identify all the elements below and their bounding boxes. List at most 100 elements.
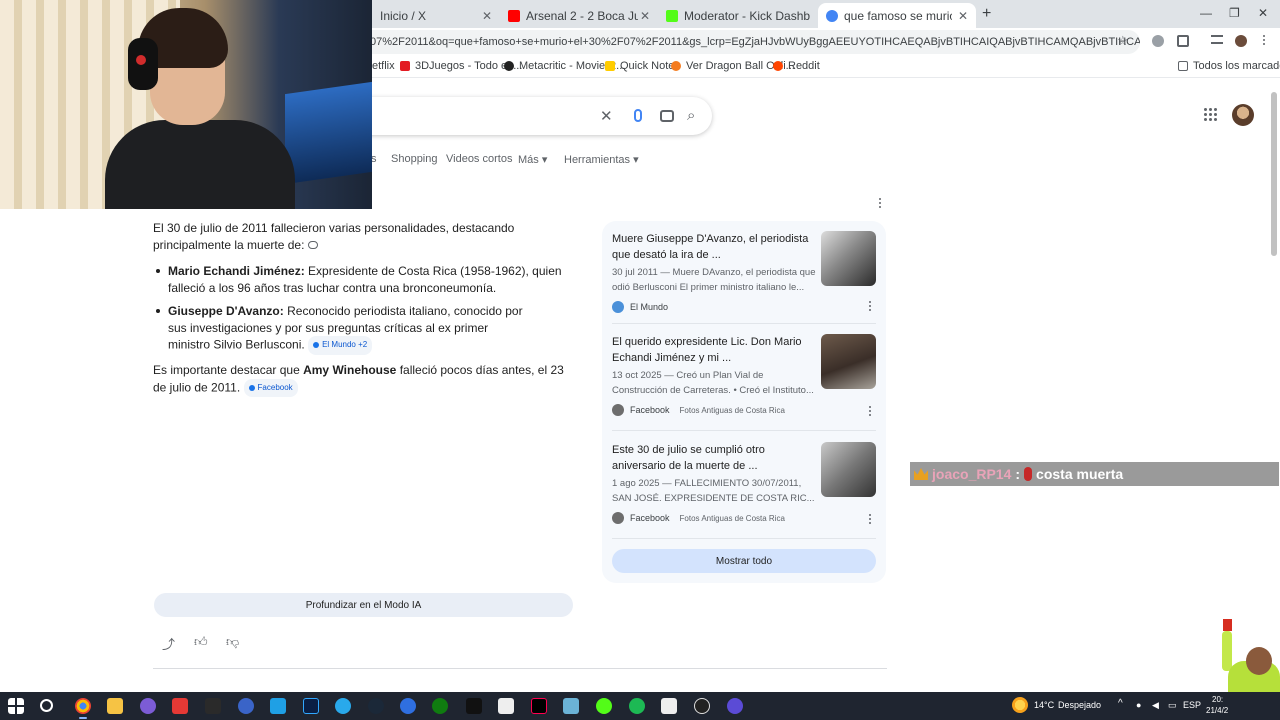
camera-lens-icon[interactable] [660, 110, 674, 122]
chat-username: joaco_RP14 [932, 466, 1012, 482]
tab-herramientas[interactable]: Herramientas ▾ [564, 153, 639, 166]
thumbs-down-icon[interactable]: 👎︎ [226, 634, 239, 650]
profile-icon[interactable] [1235, 35, 1247, 47]
close-icon[interactable]: ✕ [958, 9, 968, 23]
overview-intro: El 30 de julio de 2011 fallecieron varia… [153, 221, 515, 252]
weather-sun-icon[interactable] [1012, 697, 1028, 713]
folder-icon[interactable] [107, 698, 123, 714]
media-control-icon[interactable] [1211, 35, 1223, 44]
capcut-icon[interactable] [498, 698, 514, 714]
photoshop-icon[interactable] [303, 698, 319, 714]
tab-shopping[interactable]: Shopping [391, 153, 438, 165]
card-menu-icon[interactable] [868, 301, 872, 313]
battlenet-icon[interactable] [400, 698, 416, 714]
all-bookmarks[interactable]: Todos los marcadores [1178, 60, 1280, 72]
tab-title: Inicio / X [380, 8, 427, 23]
capcut-icon[interactable] [661, 698, 677, 714]
source-title[interactable]: Muere Giuseppe D'Avanzo, el periodista q… [612, 231, 818, 263]
address-bar[interactable]: 07%2F2011&oq=que+famoso+se+murio+el+30%2… [280, 30, 1140, 54]
divider [153, 668, 887, 669]
app-icon[interactable] [270, 698, 286, 714]
page-scrollbar[interactable] [1271, 92, 1277, 256]
tiktok-icon[interactable] [531, 698, 547, 714]
metacritic-icon [504, 61, 514, 71]
source-thumbnail[interactable] [821, 442, 876, 497]
microphone-icon[interactable]: ● [1136, 700, 1141, 710]
microphone-icon[interactable] [634, 109, 642, 122]
restore-icon[interactable]: ❐ [1229, 6, 1240, 20]
bullet-dot [156, 309, 160, 313]
xbox-icon[interactable] [432, 698, 448, 714]
show-all-button[interactable]: Mostrar todo [612, 549, 876, 573]
tab-videos-cortos[interactable]: Videos cortos [446, 153, 512, 165]
chevron-up-icon[interactable]: ^ [1118, 698, 1123, 709]
source-thumbnail[interactable] [821, 231, 876, 286]
app-icon[interactable] [172, 698, 188, 714]
bookmark-reddit[interactable]: Reddit [773, 60, 820, 72]
source-snippet: 30 jul 2011 — Muere DAvanzo, el periodis… [612, 267, 816, 293]
search-icon[interactable]: ⌕ [687, 107, 695, 124]
source-chip-el-mundo[interactable]: El Mundo +2 [308, 336, 373, 355]
tab-google-search[interactable]: que famoso se murio el 30/07/ ✕ [818, 3, 976, 28]
clear-icon[interactable]: ✕ [600, 107, 613, 125]
extension-icon[interactable] [1152, 35, 1164, 47]
tab-kick-dashboard[interactable]: Moderator - Kick Dashboard [658, 3, 818, 28]
clock-date[interactable]: 21/4/2 [1206, 706, 1228, 715]
close-icon[interactable]: ✕ [482, 9, 492, 23]
app-icon[interactable] [727, 698, 743, 714]
battery-icon[interactable]: ▭ [1168, 700, 1177, 711]
epic-games-icon[interactable] [205, 698, 221, 714]
clock-time[interactable]: 20: [1212, 695, 1223, 704]
language-indicator[interactable]: ESP [1183, 700, 1201, 710]
spotify-icon[interactable] [629, 698, 645, 714]
source-card[interactable]: El querido expresidente Lic. Don Mario E… [612, 334, 876, 424]
weather-temp[interactable]: 14°C [1034, 700, 1054, 710]
telegram-icon[interactable] [335, 698, 351, 714]
menu-kebab-icon[interactable] [1262, 35, 1266, 47]
windows-start-icon[interactable] [8, 698, 24, 714]
chrome-icon[interactable] [75, 698, 91, 719]
card-menu-icon[interactable] [868, 514, 872, 526]
app-icon[interactable] [563, 698, 579, 714]
thumbs-up-icon[interactable]: 👍︎ [194, 634, 208, 650]
close-icon[interactable]: ✕ [640, 9, 650, 23]
dragon-ball-icon [671, 61, 681, 71]
puzzle-icon[interactable] [1177, 35, 1189, 47]
obs-icon[interactable] [694, 698, 710, 714]
ea-icon[interactable] [238, 698, 254, 714]
avatar[interactable] [1232, 104, 1254, 126]
source-chip-facebook[interactable]: Facebook [243, 378, 298, 397]
search-icon[interactable] [40, 699, 53, 712]
tab-mas[interactable]: Más ▾ [518, 153, 547, 166]
facebook-page-icon [612, 512, 624, 524]
window-close-icon[interactable]: ✕ [1258, 6, 1268, 20]
app-icon[interactable] [466, 698, 482, 714]
bookmark-quick-note[interactable]: Quick Note [605, 60, 674, 72]
card-menu-icon[interactable] [868, 406, 872, 418]
headset-light [136, 55, 146, 65]
steam-icon[interactable] [368, 698, 384, 714]
tab-inicio-x[interactable]: Inicio / X ✕ [372, 3, 500, 28]
google-apps-icon[interactable] [1204, 108, 1218, 122]
new-tab-icon[interactable]: + [982, 5, 991, 23]
source-card[interactable]: Muere Giuseppe D'Avanzo, el periodista q… [612, 231, 876, 321]
source-thumbnail[interactable] [821, 334, 876, 389]
tab-title: Moderator - Kick Dashboard [684, 8, 810, 23]
source-title[interactable]: El querido expresidente Lic. Don Mario E… [612, 334, 818, 366]
overview-menu-icon[interactable] [878, 198, 882, 210]
link-icon[interactable] [308, 241, 319, 250]
chat-separator: : [1015, 466, 1021, 482]
weather-text[interactable]: Despejado [1058, 700, 1101, 710]
ai-mode-button[interactable]: Profundizar en el Modo IA [154, 593, 573, 617]
discord-icon[interactable] [140, 698, 156, 714]
share-icon[interactable]: ⤴ [162, 634, 175, 653]
source-card[interactable]: Este 30 de julio se cumplió otro anivers… [612, 442, 876, 532]
tab-youtube[interactable]: Arsenal 2 - 2 Boca Juniors - Em ✕ [500, 3, 658, 28]
kick-icon[interactable] [596, 698, 612, 714]
bookmark-star-icon[interactable]: ☆ [1117, 33, 1129, 49]
minimize-icon[interactable]: — [1200, 6, 1212, 20]
speaker-icon[interactable]: ◀ [1152, 700, 1159, 711]
source-title[interactable]: Este 30 de julio se cumplió otro anivers… [612, 442, 818, 474]
bookmark-netflix[interactable]: etflix [372, 60, 395, 72]
note-icon [605, 61, 615, 71]
